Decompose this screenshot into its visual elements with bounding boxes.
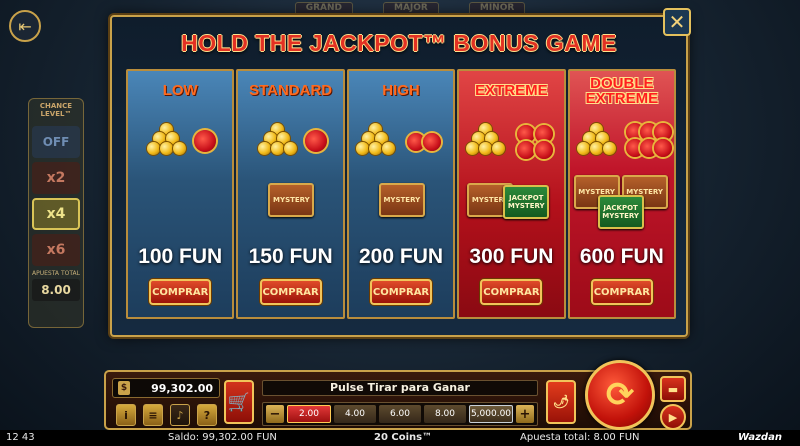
spin-arrows-icon: ⟳ xyxy=(605,375,635,415)
money-bag-icon: $ xyxy=(118,381,130,395)
wazdan-logo: Wazdan xyxy=(738,432,782,443)
apuesta-total-value: 8.00 xyxy=(32,279,80,301)
bet-option-6[interactable]: 6.00 xyxy=(379,405,421,423)
jackpot-mystery-symbol: JACKPOT MYSTERY xyxy=(503,185,550,219)
buy-standard-button[interactable]: COMPRAR xyxy=(259,279,322,305)
tier-name: EXTREME xyxy=(475,82,548,99)
red-coins-icon xyxy=(403,123,449,159)
gold-coins-icon xyxy=(144,123,190,159)
bet-decrease-button[interactable]: − xyxy=(266,405,284,423)
bet-increase-button[interactable]: + xyxy=(516,405,534,423)
chance-level-x2[interactable]: x2 xyxy=(32,162,80,194)
tier-price: 300 FUN xyxy=(469,245,554,268)
red-coins-icon xyxy=(624,123,672,159)
bet-selector: − 2.00 4.00 6.00 8.00 5,000.00 + xyxy=(262,402,538,426)
close-icon: ✕ xyxy=(668,10,686,34)
saldo-text: Saldo: 99,302.00 FUN xyxy=(168,432,277,443)
apuesta-total-label: APUESTA TOTAL xyxy=(32,270,80,277)
buy-bonus-cart-button[interactable]: 🛒 xyxy=(224,380,254,424)
spin-button[interactable]: ⟳ xyxy=(585,360,655,430)
gold-coins-icon xyxy=(574,123,620,159)
chance-level-off[interactable]: OFF xyxy=(32,126,80,158)
chili-mode-button[interactable]: 🌶 xyxy=(546,380,576,424)
jackpot-label-major: MAJOR xyxy=(383,2,439,16)
buy-double-extreme-button[interactable]: COMPRAR xyxy=(590,279,653,305)
paytable-icon: ▬ xyxy=(667,382,679,396)
tier-list: LOW 100 FUN COMPRAR STANDARD MYSTERY 150… xyxy=(126,69,677,319)
tier-name: HIGH xyxy=(382,82,420,99)
tier-extreme: EXTREME MYSTERY JACKPOT MYSTERY 300 FUN … xyxy=(457,69,566,319)
jackpot-strip: GRAND MAJOR MINOR xyxy=(115,2,705,16)
red-coin-icon xyxy=(304,130,327,152)
exit-button[interactable]: ⇤ xyxy=(9,10,41,42)
mystery-symbol: MYSTERY xyxy=(268,183,315,217)
coin-preview xyxy=(238,121,342,161)
gold-coins-icon xyxy=(255,123,301,159)
tier-double-extreme: DOUBLE EXTREME MYSTERY MYSTERY JACKPOT M… xyxy=(567,69,677,319)
chance-level-x6[interactable]: x6 xyxy=(32,234,80,266)
bet-option-4[interactable]: 4.00 xyxy=(334,405,376,423)
coin-preview xyxy=(570,121,674,161)
gold-coins-icon xyxy=(463,123,509,159)
speaker-icon: ♪ xyxy=(176,408,184,422)
game-name: 20 Coins™ xyxy=(374,432,433,443)
coin-preview xyxy=(349,121,453,161)
jackpot-label-grand: GRAND xyxy=(294,2,353,16)
red-coins-icon xyxy=(513,123,559,159)
tier-name: LOW xyxy=(162,82,198,99)
help-button[interactable]: ? xyxy=(197,404,217,426)
bet-option-5000[interactable]: 5,000.00 xyxy=(469,405,513,423)
status-bar: 12 43 Saldo: 99,302.00 FUN 20 Coins™ Apu… xyxy=(0,430,800,446)
tier-low: LOW 100 FUN COMPRAR xyxy=(126,69,235,319)
tier-price: 600 FUN xyxy=(579,245,664,268)
buy-low-button[interactable]: COMPRAR xyxy=(149,279,212,305)
clock: 12 43 xyxy=(6,432,35,443)
close-modal-button[interactable]: ✕ xyxy=(663,8,691,36)
info-button[interactable]: i xyxy=(116,404,136,426)
chili-icon: 🌶 xyxy=(552,394,570,410)
bet-option-8[interactable]: 8.00 xyxy=(424,405,466,423)
tier-high: HIGH MYSTERY 200 FUN COMPRAR xyxy=(346,69,456,319)
paytable-button[interactable]: ▬ xyxy=(660,376,686,402)
play-icon: ▶ xyxy=(668,410,678,424)
coin-preview xyxy=(128,121,232,161)
cart-icon: 🛒 xyxy=(227,391,251,413)
chance-level-title: CHANCE LEVEL™ xyxy=(39,102,73,118)
bet-option-2[interactable]: 2.00 xyxy=(287,405,331,423)
bonus-buy-modal: HOLD THE JACKPOT™ BONUS GAME LOW 100 FUN… xyxy=(110,15,688,337)
tier-name: STANDARD xyxy=(249,82,333,99)
red-coin-icon xyxy=(194,130,217,152)
chance-level-panel: CHANCE LEVEL™ OFF x2 x4 x6 APUESTA TOTAL… xyxy=(28,98,84,328)
buy-high-button[interactable]: COMPRAR xyxy=(370,279,433,305)
tier-standard: STANDARD MYSTERY 150 FUN COMPRAR xyxy=(236,69,345,319)
jackpot-label-minor: MINOR xyxy=(468,2,526,16)
message-display: Pulse Tirar para Ganar xyxy=(262,380,538,396)
exit-icon: ⇤ xyxy=(18,16,32,36)
gold-coins-icon xyxy=(353,123,399,159)
tier-price: 100 FUN xyxy=(138,245,223,268)
balance-value: 99,302.00 xyxy=(151,381,213,395)
mystery-symbol: MYSTERY xyxy=(378,183,425,217)
tier-price: 150 FUN xyxy=(248,245,333,268)
jackpot-mystery-symbol: JACKPOT MYSTERY xyxy=(597,195,644,229)
autoplay-button[interactable]: ▶ xyxy=(660,404,686,430)
tier-price: 200 FUN xyxy=(359,245,444,268)
menu-button[interactable]: ≡ xyxy=(143,404,163,426)
buy-extreme-button[interactable]: COMPRAR xyxy=(480,279,543,305)
modal-title: HOLD THE JACKPOT™ BONUS GAME xyxy=(181,30,617,56)
coin-preview xyxy=(459,121,563,161)
balance-display: $ 99,302.00 xyxy=(112,378,220,398)
apuesta-text: Apuesta total: 8.00 FUN xyxy=(520,432,640,443)
sound-button[interactable]: ♪ xyxy=(170,404,190,426)
tier-name: DOUBLE EXTREME xyxy=(585,75,659,107)
chance-level-x4[interactable]: x4 xyxy=(32,198,80,230)
